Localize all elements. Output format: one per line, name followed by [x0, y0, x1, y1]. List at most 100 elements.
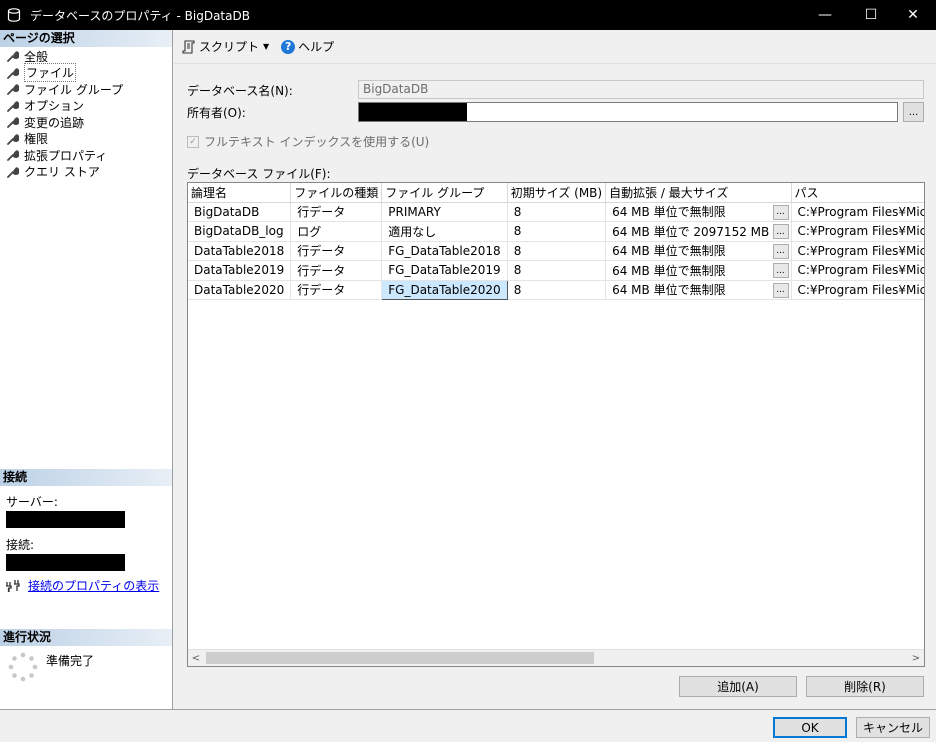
table-cell[interactable]: 64 MB 単位で無制限...: [605, 241, 792, 261]
column-header[interactable]: 初期サイズ (MB): [507, 183, 607, 203]
table-cell[interactable]: FG_DataTable2018: [381, 241, 508, 261]
page-item-label: 権限: [24, 132, 49, 147]
connection-section: 接続 サーバー: 接続: 接続のプロパティの表示: [0, 469, 172, 598]
progress-header: 進行状況: [0, 629, 172, 646]
page-item[interactable]: 権限: [0, 131, 172, 148]
help-label: ヘルプ: [298, 40, 335, 54]
wrench-icon: [7, 150, 19, 162]
cancel-button[interactable]: キャンセル: [856, 717, 930, 738]
wrench-icon: [7, 133, 19, 145]
table-cell[interactable]: 行データ: [290, 280, 383, 300]
remove-button[interactable]: 削除(R): [806, 676, 924, 697]
page-item[interactable]: クエリ ストア: [0, 164, 172, 181]
column-header[interactable]: 自動拡張 / 最大サイズ: [605, 183, 792, 203]
autogrowth-value: 64 MB 単位で無制限: [612, 263, 726, 278]
table-cell[interactable]: 8: [507, 280, 607, 300]
fulltext-checkbox-row: ✓ フルテキスト インデックスを使用する(U): [187, 133, 429, 150]
table-cell[interactable]: C:¥Program Files¥Microsoft: [791, 260, 924, 281]
table-row[interactable]: BigDataDB 行データ PRIMARY 8 64 MB 単位で無制限... C:¥P…: [188, 202, 924, 222]
table-cell[interactable]: 行データ: [290, 260, 383, 281]
table-cell[interactable]: DataTable2018: [188, 241, 292, 261]
maximize-button[interactable]: ☐: [848, 0, 894, 30]
table-cell[interactable]: DataTable2020: [188, 280, 292, 300]
dbname-field: BigDataDB: [358, 80, 924, 99]
close-button[interactable]: ✕: [890, 0, 936, 30]
autogrowth-value: 64 MB 単位で無制限: [612, 205, 726, 220]
page-item[interactable]: ファイル: [0, 63, 172, 83]
autogrowth-browse-button[interactable]: ...: [772, 282, 789, 298]
add-button[interactable]: 追加(A): [679, 676, 797, 697]
table-cell[interactable]: 64 MB 単位で無制限...: [605, 280, 792, 300]
table-cell[interactable]: DataTable2019: [188, 260, 292, 281]
connection-value-redacted: [6, 554, 125, 571]
connection-label: 接続:: [6, 538, 35, 552]
fulltext-label: フルテキスト インデックスを使用する(U): [204, 135, 430, 149]
column-header[interactable]: ファイルの種類: [290, 183, 383, 203]
left-pane: ページの選択 全般 ファイル ファイル グループ オプション 変更の追跡 権限 拡張プロパテ…: [0, 30, 173, 710]
autogrowth-browse-button[interactable]: ...: [772, 224, 789, 239]
table-cell[interactable]: BigDataDB_log: [188, 221, 292, 242]
autogrowth-browse-button[interactable]: ...: [772, 243, 789, 259]
table-row[interactable]: DataTable2020 行データ FG_DataTable2020 8 64 MB …: [188, 279, 924, 300]
column-header[interactable]: 論理名: [188, 183, 292, 203]
scroll-right-icon[interactable]: >: [908, 650, 924, 666]
column-header[interactable]: パス: [791, 183, 924, 203]
table-cell[interactable]: 8: [507, 221, 607, 242]
page-item[interactable]: 変更の追跡: [0, 114, 172, 131]
table-cell[interactable]: 行データ: [290, 202, 383, 222]
scrollbar-thumb[interactable]: [206, 652, 594, 664]
page-item[interactable]: 全般: [0, 48, 172, 65]
table-cell[interactable]: 64 MB 単位で無制限...: [605, 260, 792, 281]
table-cell[interactable]: PRIMARY: [381, 202, 508, 222]
progress-section: 進行状況 準備完了: [0, 629, 172, 688]
page-item-label: 全般: [24, 49, 49, 64]
autogrowth-value: 64 MB 単位で 2097152 MB ...: [612, 224, 785, 239]
table-cell[interactable]: FG_DataTable2019: [381, 260, 508, 281]
page-item[interactable]: 拡張プロパティ: [0, 147, 172, 164]
horizontal-scrollbar[interactable]: < >: [188, 649, 924, 666]
table-cell[interactable]: 適用なし: [381, 221, 508, 242]
database-files-grid[interactable]: 論理名 ファイルの種類 ファイル グループ 初期サイズ (MB) 自動拡張 / 最大サイ…: [187, 182, 925, 667]
wrench-icon: [7, 67, 19, 79]
owner-browse-button[interactable]: ...: [903, 102, 924, 122]
autogrowth-browse-button[interactable]: ...: [772, 204, 789, 220]
ok-button[interactable]: OK: [773, 717, 847, 738]
owner-label: 所有者(O):: [187, 106, 246, 120]
server-label: サーバー:: [6, 495, 58, 509]
table-cell[interactable]: ログ: [290, 221, 383, 242]
connection-properties-link[interactable]: 接続のプロパティの表示: [28, 577, 159, 594]
column-header[interactable]: ファイル グループ: [381, 183, 508, 203]
wrench-icon: [7, 100, 19, 112]
table-cell[interactable]: 64 MB 単位で無制限...: [605, 202, 792, 222]
table-row[interactable]: DataTable2019 行データ FG_DataTable2019 8 64 MB …: [188, 260, 924, 281]
table-cell[interactable]: C:¥Program Files¥Microsoft: [791, 241, 924, 261]
table-cell[interactable]: C:¥Program Files¥Microsoft: [791, 202, 924, 222]
script-button[interactable]: スクリプト ▼: [182, 38, 275, 55]
page-item-label: オプション: [24, 99, 85, 114]
page-item-label: ファイル: [24, 63, 77, 83]
table-cell[interactable]: FG_DataTable2020: [381, 279, 508, 300]
owner-field[interactable]: [358, 102, 898, 122]
table-cell[interactable]: 8: [507, 202, 607, 222]
table-cell[interactable]: 8: [507, 260, 607, 281]
window-title: データベースのプロパティ - BigDataDB: [30, 8, 250, 23]
spinner-icon: [8, 652, 38, 682]
table-cell[interactable]: 8: [507, 241, 607, 261]
page-item[interactable]: ファイル グループ: [0, 81, 172, 98]
database-icon: [7, 8, 21, 22]
table-cell[interactable]: BigDataDB: [188, 202, 292, 222]
table-row[interactable]: DataTable2018 行データ FG_DataTable2018 8 64 MB …: [188, 241, 924, 261]
table-cell[interactable]: 行データ: [290, 241, 383, 261]
page-item-label: ファイル グループ: [24, 82, 124, 97]
table-cell[interactable]: C:¥Program Files¥Microsoft: [791, 221, 924, 242]
autogrowth-browse-button[interactable]: ...: [772, 263, 789, 278]
page-item-label: クエリ ストア: [24, 165, 100, 180]
dropdown-arrow-icon[interactable]: ▼: [263, 42, 269, 51]
table-cell[interactable]: 64 MB 単位で 2097152 MB ......: [605, 221, 792, 242]
scroll-left-icon[interactable]: <: [188, 650, 204, 666]
minimize-button[interactable]: —: [802, 0, 848, 30]
page-item[interactable]: オプション: [0, 98, 172, 115]
help-button[interactable]: ? ヘルプ: [281, 38, 334, 55]
table-row[interactable]: BigDataDB_log ログ 適用なし 8 64 MB 単位で 2097152 MB…: [188, 221, 924, 242]
table-cell[interactable]: C:¥Program Files¥Microsoft: [791, 280, 924, 300]
